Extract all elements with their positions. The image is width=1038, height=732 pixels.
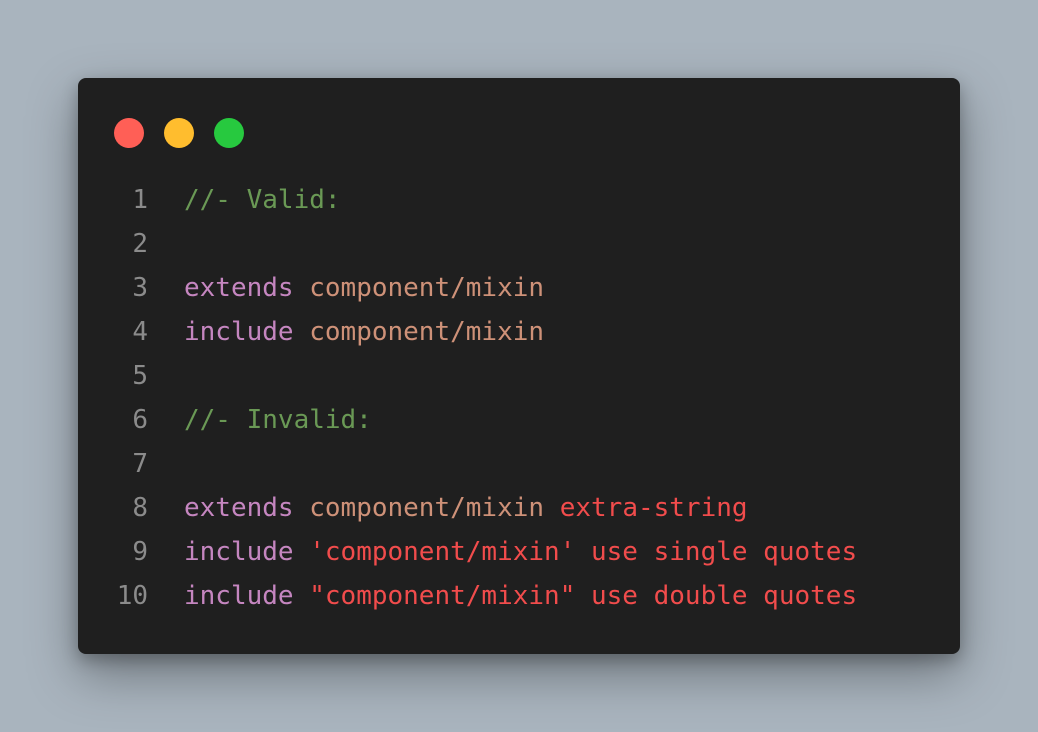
code-window: 1//- Valid: 2 3 extends component/mixin 4 inc… bbox=[78, 78, 960, 654]
line-number: 4 bbox=[132, 317, 148, 347]
code-token-error: "component/mixin" use double quotes bbox=[309, 581, 858, 611]
line-number: 1 bbox=[132, 185, 148, 215]
code-token-keyword: extends bbox=[184, 493, 294, 523]
code-token-keyword: include bbox=[184, 317, 294, 347]
line-text: include component/mixin bbox=[148, 310, 544, 354]
line-text bbox=[148, 442, 184, 486]
line-text bbox=[148, 222, 184, 266]
line-text: include 'component/mixin' use single quo… bbox=[148, 530, 857, 574]
line-number: 6 bbox=[132, 405, 148, 435]
code-block: 1//- Valid: 2 3 extends component/mixin 4 inc… bbox=[78, 178, 960, 618]
code-line: 8 extends component/mixin extra-string bbox=[78, 486, 960, 530]
code-line: 9 include 'component/mixin' use single qu… bbox=[78, 530, 960, 574]
code-line: 6 //- Invalid: bbox=[78, 398, 960, 442]
code-token-comment: //- Invalid: bbox=[184, 405, 372, 435]
line-number: 8 bbox=[132, 493, 148, 523]
line-text bbox=[148, 354, 184, 398]
line-text: extends component/mixin bbox=[148, 266, 544, 310]
line-number: 2 bbox=[132, 229, 148, 259]
code-token-path: component/mixin bbox=[309, 493, 545, 523]
code-line: 10 include "component/mixin" use double q… bbox=[78, 574, 960, 618]
line-number: 3 bbox=[132, 273, 148, 303]
line-text: extends component/mixin extra-string bbox=[148, 486, 748, 530]
line-number: 9 bbox=[132, 537, 148, 567]
code-line: 1 //- Valid: bbox=[78, 178, 960, 222]
code-line: 4 include component/mixin bbox=[78, 310, 960, 354]
code-line: 2 bbox=[78, 222, 960, 266]
code-token-keyword: include bbox=[184, 537, 294, 567]
code-line: 7 bbox=[78, 442, 960, 486]
code-token-comment: //- Valid: bbox=[184, 185, 341, 215]
line-number: 7 bbox=[132, 449, 148, 479]
line-text: //- Invalid: bbox=[148, 398, 372, 442]
line-text: include "component/mixin" use double quo… bbox=[148, 574, 857, 618]
line-text: //- Valid: bbox=[148, 178, 341, 222]
code-token-keyword: extends bbox=[184, 273, 294, 303]
line-number: 5 bbox=[132, 361, 148, 391]
code-token-path: component/mixin bbox=[309, 273, 545, 303]
code-line: 5 bbox=[78, 354, 960, 398]
line-number: 10 bbox=[116, 581, 148, 611]
code-token-error: 'component/mixin' use single quotes bbox=[309, 537, 858, 567]
close-dot[interactable] bbox=[114, 118, 144, 148]
code-token-keyword: include bbox=[184, 581, 294, 611]
code-line: 3 extends component/mixin bbox=[78, 266, 960, 310]
code-token-path: component/mixin bbox=[309, 317, 545, 347]
minimize-dot[interactable] bbox=[164, 118, 194, 148]
maximize-dot[interactable] bbox=[214, 118, 244, 148]
window-controls bbox=[114, 118, 244, 148]
code-token-error: extra-string bbox=[559, 493, 748, 523]
